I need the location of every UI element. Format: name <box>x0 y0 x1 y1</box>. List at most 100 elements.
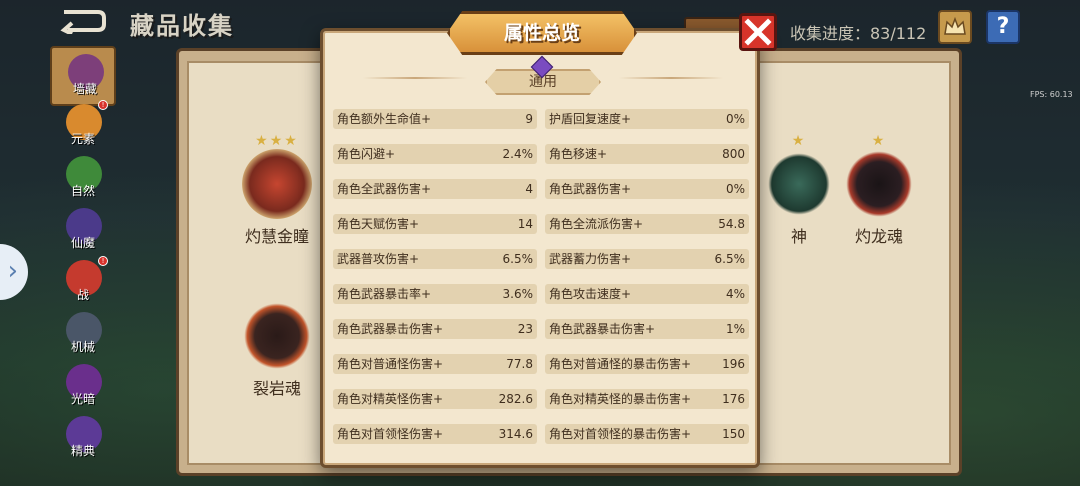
stat-label: 角色天赋伤害+ <box>337 217 420 231</box>
back-arrow-icon <box>60 10 106 36</box>
stat-value: 2.4% <box>502 147 534 161</box>
stat-row: 角色天赋伤害+ 14 <box>333 214 537 234</box>
chevron-right-icon: › <box>7 256 18 286</box>
stat-label: 角色攻击速度+ <box>549 287 632 301</box>
notification-dot-icon: ! <box>98 256 108 266</box>
stat-label: 角色对首领怪的暴击伤害+ <box>549 427 692 441</box>
sidebar-item-mechanical[interactable]: 机械 <box>50 306 116 366</box>
stat-value: 9 <box>525 112 533 126</box>
sidebar-item-label: 自然 <box>70 184 95 198</box>
stat-row: 角色对普通怪伤害+ 77.8 <box>333 354 537 374</box>
stat-label: 角色对首领怪伤害+ <box>337 427 444 441</box>
stat-value: 4 <box>525 182 533 196</box>
stat-value: 6.5% <box>502 252 534 266</box>
divider <box>363 77 467 79</box>
stat-label: 角色武器暴击伤害+ <box>337 322 444 336</box>
stat-value: 282.6 <box>498 392 533 406</box>
stat-label: 角色对普通怪伤害+ <box>337 357 444 371</box>
stat-row: 武器蓄力伤害+ 6.5% <box>545 249 749 269</box>
stat-row: 角色武器暴击伤害+ 23 <box>333 319 537 339</box>
blazing-golden-eye-art <box>242 149 312 219</box>
modal-title: 属性总览 <box>503 22 580 44</box>
stat-label: 角色对普通怪的暴击伤害+ <box>549 357 692 371</box>
collection-progress: 收集进度：83/112 <box>790 24 927 43</box>
stat-label: 武器普攻伤害+ <box>337 252 420 266</box>
stat-row: 角色移速+ 800 <box>545 144 749 164</box>
stat-value: 77.8 <box>506 357 533 371</box>
stat-row: 角色武器暴击率+ 3.6% <box>333 284 537 304</box>
stat-label: 角色闪避+ <box>337 147 396 161</box>
stat-value: 800 <box>722 147 745 161</box>
divider <box>619 77 723 79</box>
stat-row: 角色对首领怪伤害+ 314.6 <box>333 424 537 444</box>
stat-row: 角色对精英怪伤害+ 282.6 <box>333 389 537 409</box>
stat-row: 武器普攻伤害+ 6.5% <box>333 249 537 269</box>
stat-label: 护盾回复速度+ <box>549 112 632 126</box>
sidebar-item-classic[interactable]: 精典 <box>50 410 116 470</box>
stat-row: 护盾回复速度+ 0% <box>545 109 749 129</box>
stat-row: 角色武器暴击伤害+ 1% <box>545 319 749 339</box>
stat-row: 角色额外生命值+ 9 <box>333 109 537 129</box>
sidebar-item-label: 元素 <box>70 132 95 146</box>
stat-value: 0% <box>725 112 745 126</box>
stat-label: 角色移速+ <box>549 147 608 161</box>
collection-item-name: 灼龙魂 <box>854 227 903 246</box>
close-button[interactable] <box>739 13 777 51</box>
stat-value: 23 <box>517 322 533 336</box>
stat-row: 角色对普通怪的暴击伤害+ 196 <box>545 354 749 374</box>
sidebar-item-wall[interactable]: 墙藏 <box>50 46 116 106</box>
help-button[interactable]: ? <box>986 10 1020 44</box>
star-rating-icon <box>217 285 337 301</box>
crown-icon <box>944 16 966 35</box>
page-title: 藏品收集 <box>130 12 234 40</box>
collection-item[interactable]: 裂岩魂 <box>217 285 337 399</box>
sidebar-item-nature[interactable]: 自然 <box>50 150 116 210</box>
stat-value: 54.8 <box>718 217 745 231</box>
category-sidebar: 墙藏 ! 元素 自然 仙魔 ! 战 机械 光暗 精典 <box>50 46 118 486</box>
stat-label: 角色全武器伤害+ <box>337 182 432 196</box>
stat-value: 176 <box>722 392 745 406</box>
sidebar-item-immortal-demon[interactable]: 仙魔 <box>50 202 116 262</box>
stat-label: 角色对精英怪的暴击伤害+ <box>549 392 692 406</box>
collection-item[interactable]: ★ 灼龙魂 <box>819 133 939 247</box>
collection-item[interactable]: ★★★ 灼慧金瞳 <box>217 133 337 247</box>
stat-row: 角色武器伤害+ 0% <box>545 179 749 199</box>
blazing-dragon-soul-art <box>844 149 914 219</box>
close-icon <box>744 18 772 46</box>
fps-counter: FPS: 60.13 <box>1030 90 1073 99</box>
notification-dot-icon: ! <box>98 100 108 110</box>
stat-value: 150 <box>722 427 745 441</box>
stat-value: 4% <box>725 287 745 301</box>
attribute-overview-modal: 属性总览 通用 角色额外生命值+ 9 角色闪避+ 2.4% 角色全武器伤害+ 4 角色天赋伤… <box>320 11 777 468</box>
stat-row: 角色全武器伤害+ 4 <box>333 179 537 199</box>
sidebar-item-label: 精典 <box>70 444 95 458</box>
stat-value: 0% <box>725 182 745 196</box>
stat-label: 角色武器暴击伤害+ <box>549 322 656 336</box>
question-mark-icon: ? <box>996 14 1010 39</box>
stat-value: 3.6% <box>502 287 534 301</box>
collection-item-name: 裂岩魂 <box>252 379 301 398</box>
sidebar-item-label: 机械 <box>70 340 95 354</box>
stat-row: 角色攻击速度+ 4% <box>545 284 749 304</box>
stat-label: 角色武器暴击率+ <box>337 287 432 301</box>
crown-button[interactable] <box>938 10 972 44</box>
sidebar-item-light-dark[interactable]: 光暗 <box>50 358 116 418</box>
stat-row: 角色对精英怪的暴击伤害+ 176 <box>545 389 749 409</box>
stat-label: 角色对精英怪伤害+ <box>337 392 444 406</box>
stat-value: 6.5% <box>714 252 746 266</box>
collection-item-name: 灼慧金瞳 <box>244 227 309 246</box>
stat-label: 角色全流派伤害+ <box>549 217 644 231</box>
stat-value: 1% <box>725 322 745 336</box>
stat-label: 角色额外生命值+ <box>337 112 432 126</box>
stat-value: 314.6 <box>498 427 533 441</box>
cracked-rock-soul-art <box>242 301 312 371</box>
stat-value: 196 <box>722 357 745 371</box>
star-rating-icon: ★★★ <box>255 133 299 149</box>
sidebar-item-element[interactable]: ! 元素 <box>50 98 116 158</box>
star-rating-icon: ★ <box>871 133 887 149</box>
sidebar-item-label: 战 <box>76 288 89 302</box>
back-button[interactable] <box>58 8 108 36</box>
stat-label: 角色武器伤害+ <box>549 182 632 196</box>
sidebar-item-label: 墙藏 <box>72 82 97 96</box>
sidebar-item-battle[interactable]: ! 战 <box>50 254 116 314</box>
